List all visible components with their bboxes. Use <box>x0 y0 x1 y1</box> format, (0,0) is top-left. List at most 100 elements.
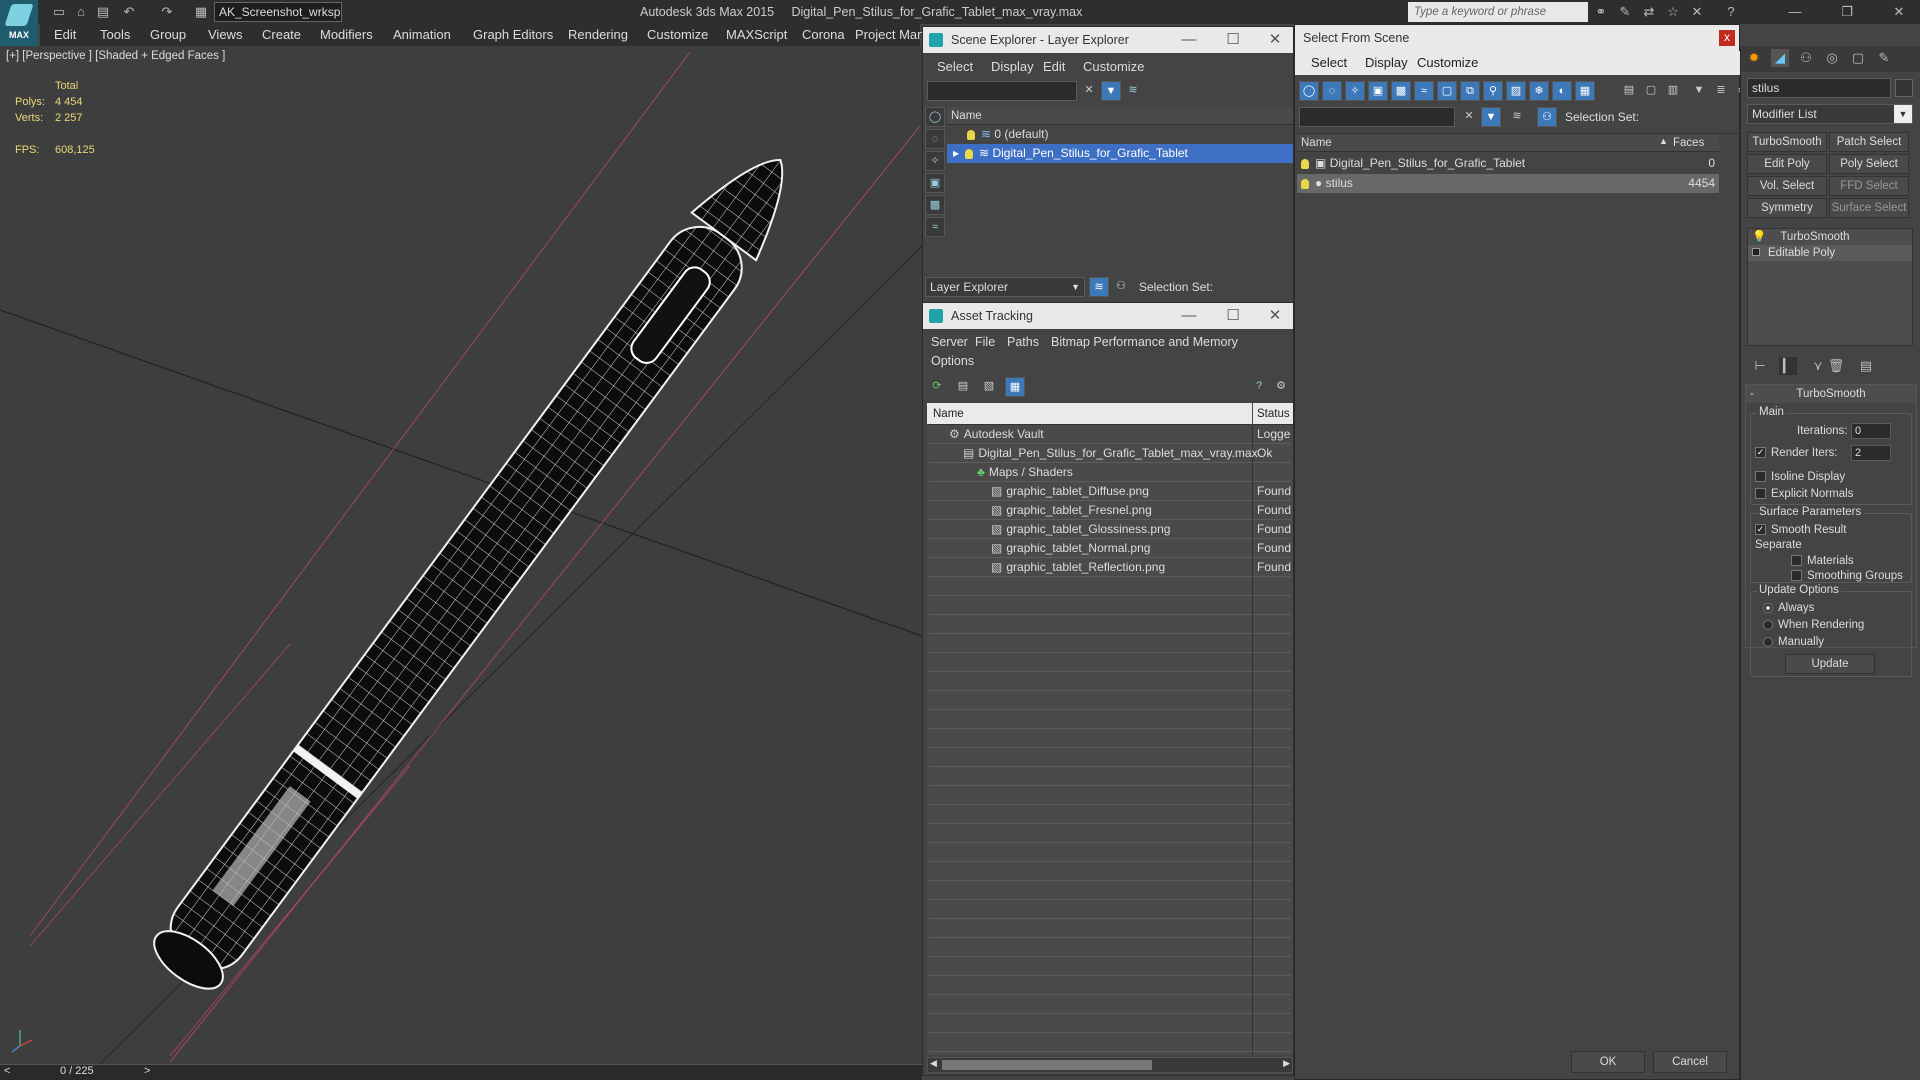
symmetry-button[interactable]: Symmetry <box>1747 198 1827 218</box>
menu-customize[interactable]: Customize <box>1417 55 1478 70</box>
light-bulb-icon[interactable]: 💡 <box>1752 231 1766 243</box>
help-icon[interactable]: ? <box>1722 3 1740 21</box>
display-helpers-icon[interactable]: ▩ <box>925 195 945 215</box>
hierarchy-icon[interactable]: ⚇ <box>1537 107 1557 127</box>
light-bulb-icon[interactable] <box>1301 178 1309 189</box>
create-tab-icon[interactable]: ✹ <box>1745 49 1763 67</box>
asset-row[interactable]: ▧ graphic_tablet_Diffuse.png Found <box>927 482 1293 501</box>
display-hidden-icon[interactable]: ◐ <box>1552 81 1572 101</box>
menu-select[interactable]: Select <box>937 59 973 74</box>
select-none-icon[interactable]: ▥ <box>1663 81 1683 101</box>
viewport-label[interactable]: [+] [Perspective ] [Shaded + Edged Faces… <box>6 50 225 62</box>
binoculars-icon[interactable]: ⚭ <box>1592 3 1610 21</box>
project-folder-icon[interactable]: ▦ <box>192 3 210 21</box>
asset-row[interactable]: ⚙ Autodesk Vault Logge <box>927 425 1293 444</box>
modify-tab-icon[interactable]: ◢ <box>1771 49 1789 67</box>
scene-search-input[interactable] <box>1299 107 1455 127</box>
surface-select-button[interactable]: Surface Select <box>1829 198 1909 218</box>
edit-poly-button[interactable]: Edit Poly <box>1747 154 1827 174</box>
display-geometry-icon[interactable]: ◯ <box>925 107 945 127</box>
col-status[interactable]: Status <box>1253 403 1293 425</box>
asset-row[interactable]: ♣ Maps / Shaders <box>927 463 1293 482</box>
minimize-icon[interactable]: — <box>1171 27 1207 53</box>
close-button[interactable]: x <box>1719 30 1735 46</box>
smoothing-groups-checkbox[interactable] <box>1791 570 1802 582</box>
object-row[interactable]: ▣ Digital_Pen_Stilus_for_Grafic_Tablet 0 <box>1297 154 1719 173</box>
scrollbar-thumb[interactable] <box>942 1060 1152 1070</box>
col-name[interactable]: Name <box>1297 134 1669 152</box>
menu-views[interactable]: Views <box>208 24 242 46</box>
menu-display[interactable]: Display <box>1365 55 1408 70</box>
vol-select-button[interactable]: Vol. Select <box>1747 176 1827 196</box>
expand-box-icon[interactable] <box>1752 248 1760 256</box>
maximize-icon[interactable]: ☐ <box>1215 303 1251 329</box>
menu-rendering[interactable]: Rendering <box>568 24 628 46</box>
make-unique-icon[interactable]: ⋎ <box>1809 357 1827 375</box>
object-row[interactable]: ● stilus 4454 <box>1297 174 1719 193</box>
layer-row[interactable]: ▸ ≋ Digital_Pen_Stilus_for_Grafic_Tablet <box>947 144 1293 163</box>
light-bulb-icon[interactable] <box>967 129 975 140</box>
display-lights-icon[interactable]: ✧ <box>1345 81 1365 101</box>
select-from-scene-titlebar[interactable]: Select From Scene x <box>1295 25 1739 51</box>
remove-modifier-icon[interactable]: 🗑 <box>1827 357 1845 375</box>
asset-row[interactable]: ▧ graphic_tablet_Reflection.png Found <box>927 558 1293 577</box>
menu-edit[interactable]: Edit <box>54 24 76 46</box>
layer-explorer-icon[interactable]: ≋ <box>1089 277 1109 297</box>
hierarchy-view-icon[interactable]: ≣ <box>1711 81 1731 101</box>
close-icon[interactable]: ✕ <box>1890 3 1908 21</box>
expand-arrow-icon[interactable]: ▸ <box>953 146 959 160</box>
layer-tool-icon[interactable]: ≋ <box>1123 81 1143 101</box>
display-shapes-icon[interactable]: ◌ <box>1322 81 1342 101</box>
tools-icon[interactable]: ✎ <box>1616 3 1634 21</box>
menu-file[interactable]: File <box>975 335 995 349</box>
modifier-list-dropdown[interactable]: Modifier List ▼ <box>1747 104 1913 124</box>
redo-icon[interactable]: ↷ <box>158 3 176 21</box>
col-name[interactable]: Name <box>927 403 1252 425</box>
workspace-dropdown[interactable]: AK_Screenshot_wrksp <box>214 2 342 22</box>
menu-modifiers[interactable]: Modifiers <box>320 24 373 46</box>
menu-group[interactable]: Group <box>150 24 186 46</box>
display-tab-icon[interactable]: ▢ <box>1849 49 1867 67</box>
materials-row[interactable]: Materials <box>1791 555 1854 567</box>
settings-icon[interactable]: ⚙ <box>1271 377 1291 397</box>
list-view-icon[interactable]: ▤ <box>953 377 973 397</box>
menu-display[interactable]: Display <box>991 59 1034 74</box>
smoothing-groups-row[interactable]: Smoothing Groups <box>1791 570 1903 582</box>
horizontal-scrollbar[interactable]: ◀ ▶ <box>927 1057 1293 1073</box>
menu-paths[interactable]: Paths <box>1007 335 1039 349</box>
menu-graph-editors[interactable]: Graph Editors <box>473 24 553 46</box>
layer-icon[interactable]: ≋ <box>1507 107 1527 127</box>
help-icon[interactable]: ? <box>1249 377 1269 397</box>
rollout-title[interactable]: - TurboSmooth <box>1746 385 1916 403</box>
menu-customize[interactable]: Customize <box>1083 59 1144 74</box>
smooth-result-row[interactable]: ✓ Smooth Result <box>1755 524 1846 536</box>
update-button[interactable]: Update <box>1785 654 1875 674</box>
asset-row[interactable]: ▤ Digital_Pen_Stilus_for_Grafic_Tablet_ma… <box>927 444 1293 463</box>
layer-row[interactable]: ≋ 0 (default) <box>947 125 1293 144</box>
light-bulb-icon[interactable] <box>1301 158 1309 169</box>
thumbnail-view-icon[interactable]: ▧ <box>979 377 999 397</box>
col-name[interactable]: Name <box>947 107 1293 125</box>
x-icon[interactable]: ✕ <box>1688 3 1706 21</box>
minimize-icon[interactable]: — <box>1171 303 1207 329</box>
menu-customize[interactable]: Customize <box>647 24 708 46</box>
ok-button[interactable]: OK <box>1571 1051 1645 1073</box>
keyword-search-input[interactable]: Type a keyword or phrase <box>1408 2 1588 22</box>
asset-row[interactable]: ▧ graphic_tablet_Normal.png Found <box>927 539 1293 558</box>
utilities-tab-icon[interactable]: ✎ <box>1875 49 1893 67</box>
select-all-icon[interactable]: ▢ <box>1641 81 1661 101</box>
menu-corona[interactable]: Corona <box>802 24 845 46</box>
display-cameras-icon[interactable]: ▣ <box>925 173 945 193</box>
ffd-select-button[interactable]: FFD Select <box>1829 176 1909 196</box>
explorer-type-dropdown[interactable]: Layer Explorer ▼ <box>925 277 1085 297</box>
menu-create[interactable]: Create <box>262 24 301 46</box>
invert-icon[interactable]: ▤ <box>1619 81 1639 101</box>
pin-stack-icon[interactable]: ⊢ <box>1751 357 1769 375</box>
open-file-icon[interactable]: ⌂ <box>72 3 90 21</box>
hierarchy-icon[interactable]: ⚇ <box>1111 277 1131 297</box>
asset-tracking-titlebar[interactable]: Asset Tracking — ☐ ✕ <box>923 303 1293 329</box>
menu-select[interactable]: Select <box>1311 55 1347 70</box>
display-spacewarps-icon[interactable]: ≈ <box>925 217 945 237</box>
render-iters-checkbox[interactable]: ✓ <box>1755 447 1766 459</box>
save-file-icon[interactable]: ▤ <box>94 3 112 21</box>
